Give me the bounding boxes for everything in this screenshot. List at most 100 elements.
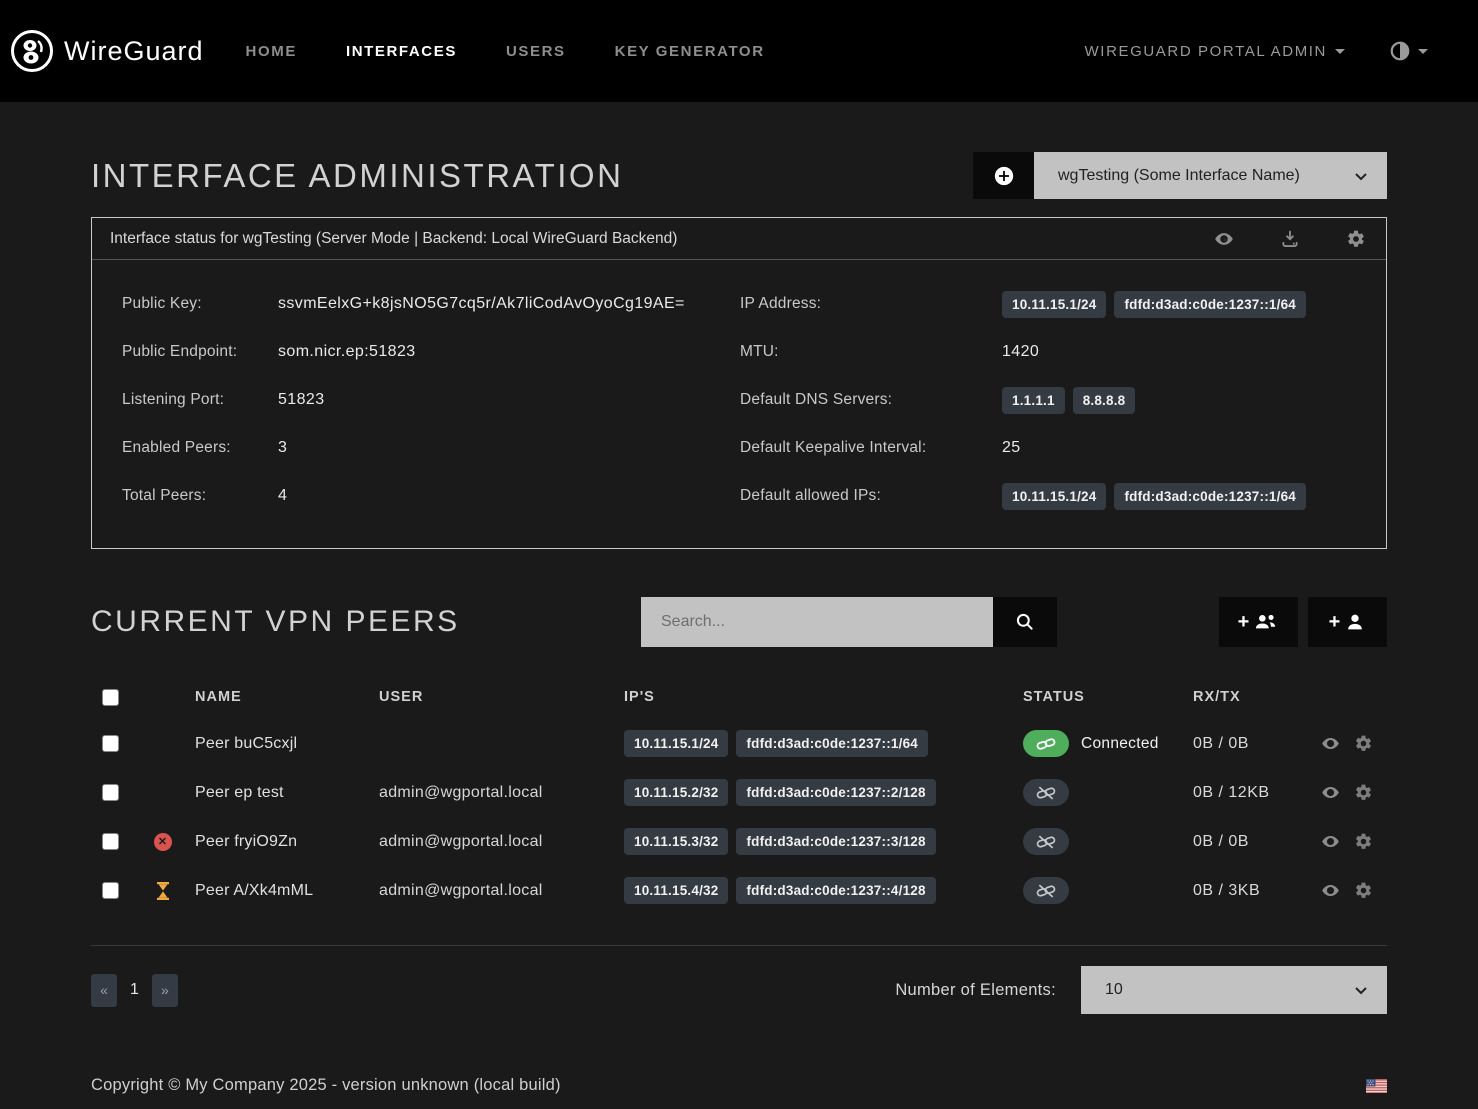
- peer-settings-button[interactable]: [1354, 881, 1373, 900]
- page-size-label: Number of Elements:: [895, 981, 1056, 1000]
- view-peer-button[interactable]: [1321, 881, 1340, 900]
- interface-status-title: Interface status for wgTesting (Server M…: [110, 230, 677, 248]
- peer-settings-button[interactable]: [1354, 783, 1373, 802]
- peer-user: admin@wgportal.local: [379, 784, 624, 802]
- chevron-down-icon: [1353, 982, 1369, 998]
- nav-link-interfaces[interactable]: INTERFACES: [346, 43, 457, 60]
- field-label: Default Keepalive Interval:: [740, 439, 1002, 457]
- pagination-current-page[interactable]: 1: [130, 981, 139, 999]
- peer-ip4-badge: 10.11.15.1/24: [624, 730, 728, 757]
- select-peer-checkbox[interactable]: [102, 833, 119, 850]
- interface-select-value: wgTesting (Some Interface Name): [1058, 167, 1300, 185]
- users-icon: [1253, 611, 1279, 633]
- theme-half-circle-icon: [1389, 40, 1411, 62]
- allowed-ip-badge: 10.11.15.1/24: [1002, 483, 1106, 510]
- page-size-value: 10: [1105, 981, 1123, 999]
- gear-icon: [1354, 734, 1373, 753]
- interface-settings-button[interactable]: [1346, 229, 1366, 249]
- gear-icon: [1346, 229, 1366, 249]
- field-label: Public Key:: [122, 295, 278, 313]
- plus-icon: +: [1329, 612, 1341, 632]
- column-header-name: NAME: [184, 689, 379, 705]
- plus-circle-icon: [993, 165, 1015, 187]
- add-multiple-peers-button[interactable]: +: [1219, 597, 1298, 647]
- peer-settings-button[interactable]: [1354, 832, 1373, 851]
- gear-icon: [1354, 783, 1373, 802]
- add-interface-button[interactable]: [973, 152, 1034, 199]
- eye-icon: [1321, 734, 1340, 753]
- mtu-value: 1420: [1002, 343, 1039, 361]
- view-peer-button[interactable]: [1321, 783, 1340, 802]
- chevron-down-icon: [1418, 49, 1428, 54]
- eye-icon: [1321, 783, 1340, 802]
- link-icon: [1036, 737, 1056, 751]
- peer-rxtx: 0B / 0B: [1193, 735, 1303, 753]
- download-icon: [1280, 229, 1300, 249]
- plus-icon: +: [1238, 612, 1250, 632]
- link-slash-icon: [1036, 786, 1056, 800]
- link-slash-icon: [1036, 835, 1056, 849]
- search-input[interactable]: [641, 597, 993, 647]
- enabled-peers-value: 3: [278, 439, 287, 457]
- peer-name: Peer ep test: [184, 784, 379, 802]
- ip-badge: 10.11.15.1/24: [1002, 291, 1106, 318]
- language-flag-us-icon[interactable]: [1366, 1079, 1387, 1093]
- brand-name: WireGuard: [64, 36, 204, 67]
- copyright-text: Copyright © My Company 2025 - version un…: [91, 1076, 561, 1095]
- view-peer-button[interactable]: [1321, 734, 1340, 753]
- pagination-next-button[interactable]: »: [152, 974, 178, 1007]
- dns-badge: 1.1.1.1: [1002, 387, 1065, 414]
- select-peer-checkbox[interactable]: [102, 882, 119, 899]
- allowed-ip-badge: fdfd:d3ad:c0de:1237::1/64: [1114, 483, 1306, 510]
- field-label: Enabled Peers:: [122, 439, 278, 457]
- search-icon: [1015, 612, 1035, 632]
- pagination-prev-button[interactable]: «: [91, 974, 117, 1007]
- peer-ip4-badge: 10.11.15.4/32: [624, 877, 728, 904]
- download-config-button[interactable]: [1280, 229, 1300, 249]
- peer-disabled-icon: ✕: [154, 833, 172, 851]
- peer-rxtx: 0B / 3KB: [1193, 882, 1303, 900]
- field-label: Listening Port:: [122, 391, 278, 409]
- select-peer-checkbox[interactable]: [102, 735, 119, 752]
- listening-port-value: 51823: [278, 391, 325, 409]
- view-config-button[interactable]: [1214, 229, 1234, 249]
- peer-ip6-badge: fdfd:d3ad:c0de:1237::3/128: [736, 828, 935, 855]
- user-menu-dropdown[interactable]: WIREGUARD PORTAL ADMIN: [1085, 43, 1345, 60]
- user-icon: [1344, 611, 1366, 633]
- column-header-user: USER: [379, 689, 624, 705]
- theme-toggle-dropdown[interactable]: [1389, 40, 1428, 62]
- page-size-select[interactable]: 10: [1081, 966, 1387, 1014]
- select-peer-checkbox[interactable]: [102, 784, 119, 801]
- add-peer-button[interactable]: +: [1308, 597, 1387, 647]
- search-button[interactable]: [993, 597, 1057, 647]
- nav-link-home[interactable]: HOME: [246, 43, 297, 60]
- peer-row: Peer buC5cxjl 10.11.15.1/24 fdfd:d3ad:c0…: [91, 719, 1387, 768]
- status-label: Connected: [1081, 735, 1159, 753]
- column-header-rxtx: RX/TX: [1193, 689, 1303, 705]
- peers-table: NAME USER IP'S STATUS RX/TX Peer buC5cxj…: [91, 675, 1387, 946]
- user-menu-label: WIREGUARD PORTAL ADMIN: [1085, 43, 1327, 60]
- gear-icon: [1354, 832, 1373, 851]
- peer-settings-button[interactable]: [1354, 734, 1373, 753]
- interface-select[interactable]: wgTesting (Some Interface Name): [1034, 152, 1387, 199]
- peer-rxtx: 0B / 0B: [1193, 833, 1303, 851]
- peer-expiring-hourglass-icon: [155, 882, 171, 900]
- select-all-checkbox[interactable]: [102, 689, 119, 706]
- keepalive-value: 25: [1002, 439, 1021, 457]
- peer-rxtx: 0B / 12KB: [1193, 784, 1303, 802]
- view-peer-button[interactable]: [1321, 832, 1340, 851]
- peer-ip6-badge: fdfd:d3ad:c0de:1237::1/64: [736, 730, 928, 757]
- navbar: WireGuard HOME INTERFACES USERS KEY GENE…: [0, 0, 1478, 102]
- peer-row: Peer A/Xk4mML admin@wgportal.local 10.11…: [91, 866, 1387, 915]
- nav-link-users[interactable]: USERS: [506, 43, 566, 60]
- status-disconnected-pill: [1023, 828, 1069, 855]
- nav-link-key-generator[interactable]: KEY GENERATOR: [615, 43, 765, 60]
- peer-name: Peer fryiO9Zn: [184, 833, 379, 851]
- field-label: IP Address:: [740, 295, 1002, 313]
- peer-user: admin@wgportal.local: [379, 833, 624, 851]
- brand[interactable]: WireGuard: [10, 29, 204, 73]
- pagination: « 1 »: [91, 974, 178, 1007]
- field-label: Default DNS Servers:: [740, 391, 1002, 409]
- field-label: MTU:: [740, 343, 1002, 361]
- status-connected-pill: [1023, 730, 1069, 757]
